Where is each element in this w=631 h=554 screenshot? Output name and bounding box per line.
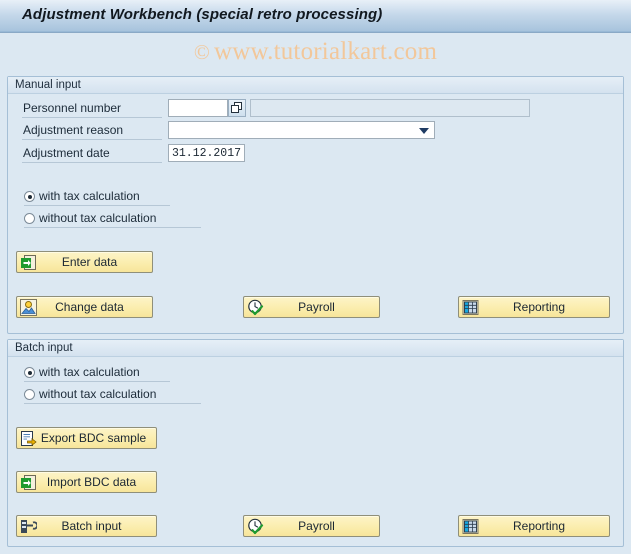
watermark-url: www.tutorialkart.com: [214, 37, 438, 65]
batch-input-label: Batch input: [61, 519, 122, 533]
import-bdc-data-button[interactable]: Import BDC data: [16, 471, 157, 493]
batch-radio-without-tax[interactable]: without tax calculation: [24, 388, 156, 401]
search-help-icon[interactable]: [228, 99, 246, 117]
manual-radio-without-tax-label: without tax calculation: [39, 211, 157, 225]
reporting-label-manual: Reporting: [512, 300, 566, 314]
clock-check-icon: [247, 299, 264, 316]
page-title: Adjustment Workbench (special retro proc…: [22, 6, 383, 23]
reporting-button-batch[interactable]: Reporting: [458, 515, 610, 537]
enter-data-button[interactable]: Enter data: [16, 251, 153, 273]
reporting-label-batch: Reporting: [512, 519, 566, 533]
table-grid-icon: [462, 299, 479, 316]
batch-radio-without-tax-underline: [24, 403, 201, 404]
table-grid-icon: [462, 518, 479, 535]
payroll-label-batch: Payroll: [298, 519, 335, 533]
batch-input-button[interactable]: Batch input: [16, 515, 157, 537]
export-document-icon: [20, 430, 37, 447]
copyright-symbol: ©: [193, 39, 210, 64]
adjustment-date-input[interactable]: [168, 144, 245, 162]
adjustment-date-label: Adjustment date: [23, 146, 110, 160]
batch-tool-icon: [20, 518, 37, 535]
manual-radio-without-tax-underline: [24, 227, 201, 228]
search-help-glyph: [231, 102, 242, 113]
adjustment-date-label-underline: [22, 162, 162, 163]
export-bdc-sample-button[interactable]: Export BDC sample: [16, 427, 157, 449]
personnel-number-description-field[interactable]: [250, 99, 530, 117]
enter-data-icon: [20, 254, 37, 271]
manual-radio-without-tax[interactable]: without tax calculation: [24, 212, 156, 225]
adjustment-reason-label: Adjustment reason: [23, 123, 124, 137]
manual-radio-with-tax[interactable]: with tax calculation: [24, 190, 140, 203]
radio-unselected-icon: [24, 213, 35, 224]
personnel-number-label-underline: [22, 117, 162, 118]
change-data-button[interactable]: Change data: [16, 296, 153, 318]
window-title-bar: Adjustment Workbench (special retro proc…: [0, 0, 631, 33]
batch-radio-without-tax-label: without tax calculation: [39, 387, 157, 401]
radio-selected-icon: [24, 191, 35, 202]
payroll-button-batch[interactable]: Payroll: [243, 515, 380, 537]
watermark: © www.tutorialkart.com: [0, 33, 631, 70]
manual-radio-with-tax-underline: [24, 205, 170, 206]
import-bdc-data-label: Import BDC data: [46, 475, 137, 489]
batch-radio-with-tax-underline: [24, 381, 170, 382]
person-icon: [20, 298, 37, 316]
chevron-down-icon: [419, 128, 429, 134]
personnel-number-label: Personnel number: [23, 101, 122, 115]
batch-input-legend: Batch input: [8, 340, 623, 357]
payroll-button-manual[interactable]: Payroll: [243, 296, 380, 318]
radio-selected-icon: [24, 367, 35, 378]
adjustment-reason-dropdown[interactable]: [168, 121, 435, 139]
batch-radio-with-tax[interactable]: with tax calculation: [24, 366, 140, 379]
enter-data-label: Enter data: [61, 255, 118, 269]
change-data-label: Change data: [55, 300, 124, 314]
import-document-icon: [20, 474, 37, 491]
personnel-number-input[interactable]: [168, 99, 228, 117]
export-bdc-sample-label: Export BDC sample: [40, 431, 147, 445]
manual-radio-with-tax-label: with tax calculation: [39, 189, 140, 203]
adjustment-reason-label-underline: [22, 139, 162, 140]
clock-check-icon: [247, 518, 264, 535]
reporting-button-manual[interactable]: Reporting: [458, 296, 610, 318]
manual-input-legend: Manual input: [8, 77, 623, 94]
batch-radio-with-tax-label: with tax calculation: [39, 365, 140, 379]
adjustment-workbench-window: Adjustment Workbench (special retro proc…: [0, 0, 631, 554]
payroll-label-manual: Payroll: [298, 300, 335, 314]
radio-unselected-icon: [24, 389, 35, 400]
watermark-text: © www.tutorialkart.com: [194, 38, 437, 66]
